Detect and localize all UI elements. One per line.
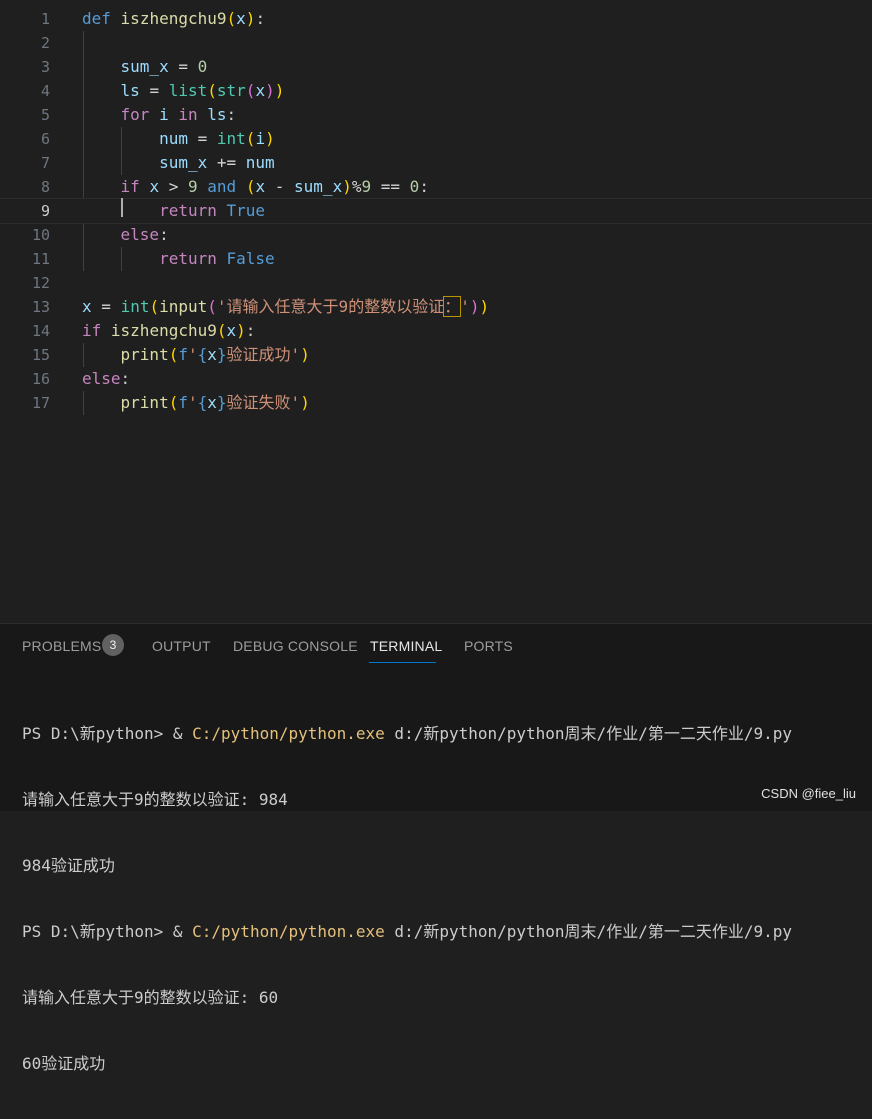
code-line[interactable]: 3 sum_x = 0 xyxy=(0,55,872,79)
code-line[interactable]: 16 else: xyxy=(0,367,872,391)
line-number: 1 xyxy=(40,10,50,28)
line-number: 9 xyxy=(40,202,50,220)
code-line[interactable]: 8 if x > 9 and (x - sum_x)%9 == 0: xyxy=(0,175,872,199)
line-number: 10 xyxy=(31,226,50,244)
code-text: ls = list(str(x)) xyxy=(120,81,285,100)
code-line[interactable]: 11 return False xyxy=(0,247,872,271)
code-line[interactable]: 7 sum_x += num xyxy=(0,151,872,175)
code-text: print(f'{x}验证成功') xyxy=(120,345,310,364)
tab-output[interactable]: OUTPUT xyxy=(152,638,211,654)
line-number: 13 xyxy=(31,298,50,316)
code-text: return False xyxy=(159,249,275,268)
code-line[interactable]: 17 print(f'{x}验证失败') xyxy=(0,391,872,415)
line-number: 6 xyxy=(40,130,50,148)
tab-problems[interactable]: PROBLEMS xyxy=(22,638,101,654)
line-number: 12 xyxy=(31,274,50,292)
terminal-command-line: PS D:\新python> & C:/python/python.exe d:… xyxy=(22,724,792,743)
terminal-result-line: 60验证成功 xyxy=(22,1054,106,1073)
code-text: def iszhengchu9(x): xyxy=(82,9,266,28)
code-editor[interactable]: 1 def iszhengchu9(x): 2 3 sum_x = 0 4 ls… xyxy=(0,0,872,623)
line-number: 11 xyxy=(31,250,50,268)
panel-tabs: PROBLEMS 3 OUTPUT DEBUG CONSOLE TERMINAL… xyxy=(0,624,872,664)
code-line[interactable]: 15 print(f'{x}验证成功') xyxy=(0,343,872,367)
line-number: 5 xyxy=(40,106,50,124)
text-cursor xyxy=(121,198,123,217)
code-line[interactable]: 10 else: xyxy=(0,223,872,247)
line-number: 15 xyxy=(31,346,50,364)
code-text: for i in ls: xyxy=(120,105,237,124)
code-text: sum_x += num xyxy=(159,153,275,172)
terminal-input-line: 请输入任意大于9的整数以验证: 984 xyxy=(22,790,288,809)
code-line[interactable]: 2 xyxy=(0,31,872,55)
code-line[interactable]: 12 xyxy=(0,271,872,295)
code-text: if iszhengchu9(x): xyxy=(82,321,256,340)
code-line[interactable]: 14 if iszhengchu9(x): xyxy=(0,319,872,343)
line-number: 8 xyxy=(40,178,50,196)
code-line-active[interactable]: 9 return True xyxy=(0,198,872,224)
line-number: 14 xyxy=(31,322,50,340)
active-tab-indicator xyxy=(369,662,436,663)
code-text: return True xyxy=(159,201,266,220)
line-number: 17 xyxy=(31,394,50,412)
code-line[interactable]: 5 for i in ls: xyxy=(0,103,872,127)
code-text: if x > 9 and (x - sum_x)%9 == 0: xyxy=(120,177,429,196)
line-number: 16 xyxy=(31,370,50,388)
line-number: 7 xyxy=(40,154,50,172)
code-line[interactable]: 6 num = int(i) xyxy=(0,127,872,151)
code-text: num = int(i) xyxy=(159,129,275,148)
terminal-input-line: 请输入任意大于9的整数以验证: 60 xyxy=(22,988,279,1007)
tab-debug-console[interactable]: DEBUG CONSOLE xyxy=(233,638,358,654)
code-text: else: xyxy=(82,369,131,388)
code-text: x = int(input('请输入任意大于9的整数以验证：')) xyxy=(82,296,490,317)
watermark: CSDN @fiee_liu xyxy=(761,786,856,801)
tab-ports[interactable]: PORTS xyxy=(464,638,513,654)
line-number: 3 xyxy=(40,58,50,76)
code-line[interactable]: 13 x = int(input('请输入任意大于9的整数以验证：')) xyxy=(0,295,872,319)
terminal-output[interactable]: PS D:\新python> & C:/python/python.exe d:… xyxy=(22,679,792,1119)
line-number: 4 xyxy=(40,82,50,100)
terminal-result-line: 984验证成功 xyxy=(22,856,115,875)
code-line[interactable]: 1 def iszhengchu9(x): xyxy=(0,7,872,31)
code-text: else: xyxy=(120,225,169,244)
code-text: sum_x = 0 xyxy=(120,57,208,76)
bottom-panel: PROBLEMS 3 OUTPUT DEBUG CONSOLE TERMINAL… xyxy=(0,623,872,1073)
code-line[interactable]: 4 ls = list(str(x)) xyxy=(0,79,872,103)
terminal-command-line: PS D:\新python> & C:/python/python.exe d:… xyxy=(22,922,792,941)
line-number: 2 xyxy=(40,34,50,52)
problems-count-badge: 3 xyxy=(102,634,124,656)
code-text: print(f'{x}验证失败') xyxy=(120,393,310,412)
tab-terminal[interactable]: TERMINAL xyxy=(370,638,442,654)
